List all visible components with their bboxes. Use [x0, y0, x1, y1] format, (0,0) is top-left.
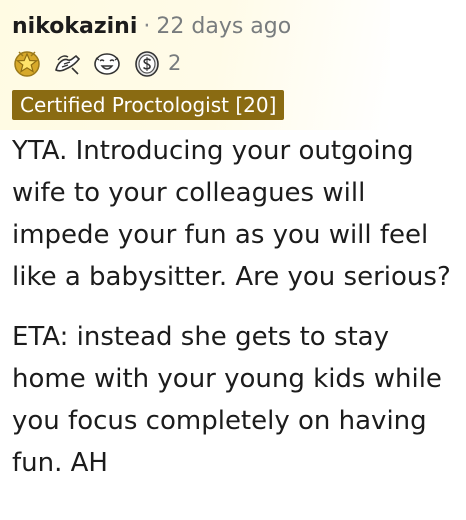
hugz-award-icon[interactable] [52, 48, 82, 78]
comment-body-paragraph: ETA: instead she gets to stay home with … [12, 322, 442, 478]
award-count: 2 [168, 51, 182, 75]
laughing-face-award-icon[interactable] [92, 48, 122, 78]
comment-meta: nikokazini · 22 days ago [12, 10, 460, 44]
username-link[interactable]: nikokazini [12, 14, 137, 39]
award-list: 2 [12, 46, 460, 80]
comment: nikokazini · 22 days ago 2 Certified Pro… [12, 10, 460, 484]
comment-body-paragraph: YTA. Introducing your outgoing wife to y… [12, 136, 451, 292]
gold-star-award-icon[interactable] [12, 48, 42, 78]
meta-separator: · [143, 14, 151, 39]
user-flair: Certified Proctologist [20] [12, 90, 285, 120]
silver-coin-award-icon[interactable] [132, 48, 162, 78]
timestamp-link[interactable]: 22 days ago [156, 14, 291, 39]
